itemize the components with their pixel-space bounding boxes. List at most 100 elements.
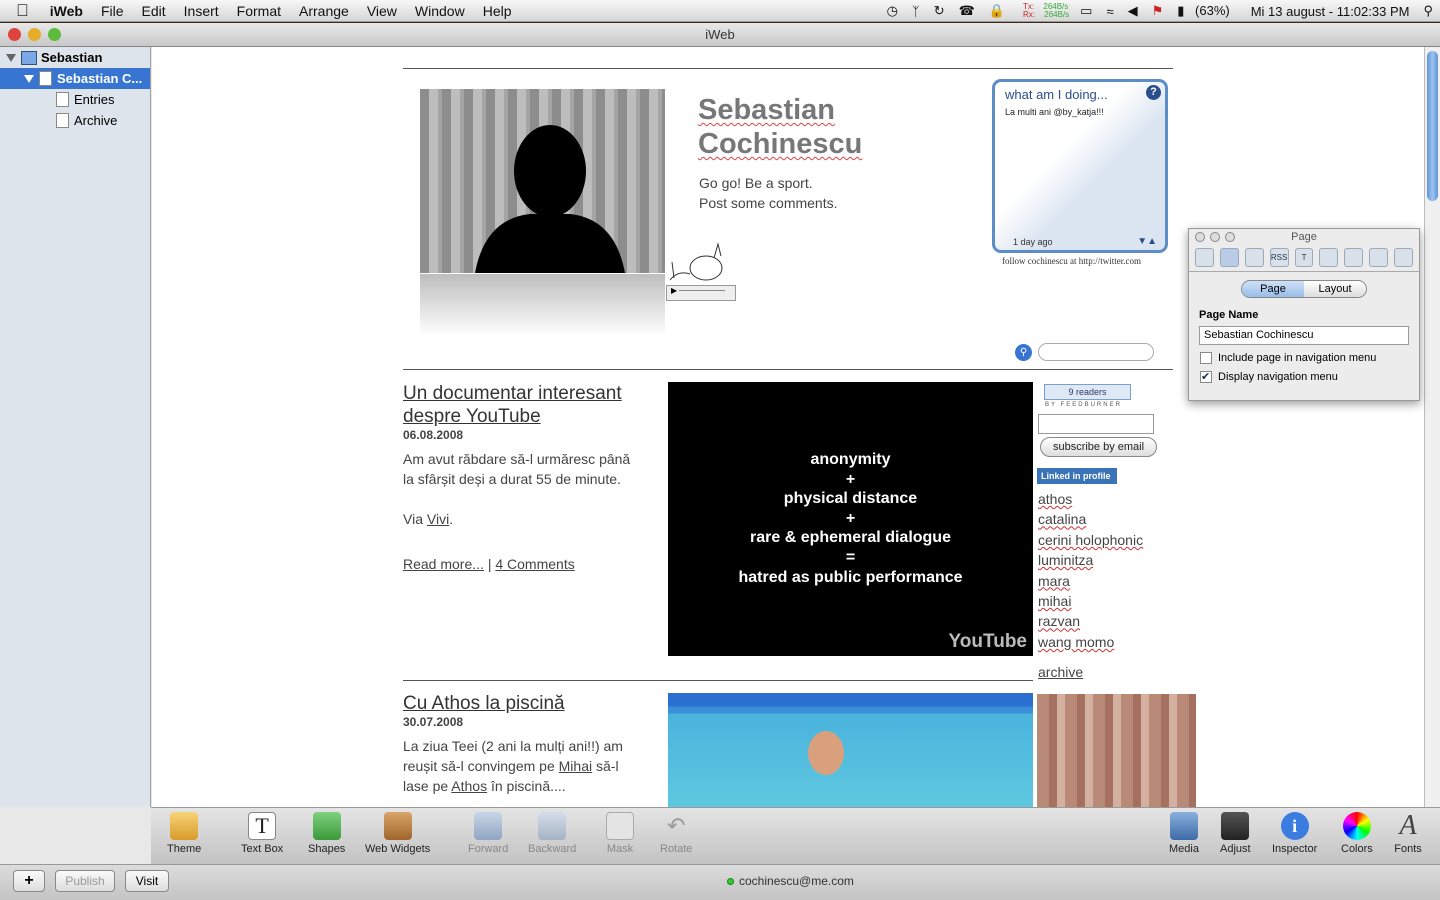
site-title[interactable]: Sebastian Cochinescu [698, 93, 862, 161]
profile-photo[interactable] [420, 89, 665, 273]
twitter-widget[interactable]: what am I doing... La multi ani @by_katj… [992, 79, 1168, 253]
mask-button[interactable]: Mask [606, 812, 634, 855]
menu-insert[interactable]: Insert [175, 0, 228, 22]
spotlight-icon[interactable]: ⚲ [1416, 3, 1440, 19]
checkbox-box[interactable]: ✔ [1200, 371, 1212, 383]
read-more-link[interactable]: Read more... [403, 556, 484, 572]
inspector-minimize-button[interactable] [1210, 232, 1220, 242]
volume-icon[interactable]: ◀ [1121, 3, 1145, 19]
link-inspector-icon[interactable] [1369, 248, 1389, 267]
time-machine-icon[interactable]: ◷ [880, 3, 905, 19]
blog-search-input[interactable] [1038, 343, 1154, 361]
menu-help[interactable]: Help [474, 0, 521, 22]
rotate-button[interactable]: ↶ Rotate [660, 812, 692, 855]
sync-icon[interactable]: ↻ [927, 3, 952, 19]
menu-format[interactable]: Format [228, 0, 290, 22]
battery-icon[interactable]: ▮ (63%) [1170, 3, 1243, 19]
flag-icon[interactable]: ⚑ [1145, 3, 1171, 19]
post-title-link[interactable]: Cu Athos la piscină [403, 692, 565, 715]
disclosure-icon[interactable] [6, 53, 16, 62]
archive-link[interactable]: archive [1038, 664, 1083, 680]
sidebar-item-archive[interactable]: Archive [0, 110, 150, 131]
theme-button[interactable]: Theme [167, 812, 201, 855]
feedburner-readers-badge[interactable]: 9 readers [1044, 384, 1131, 400]
disclosure-icon[interactable] [24, 74, 34, 83]
blogroll-link[interactable]: mara [1038, 571, 1143, 591]
menu-edit[interactable]: Edit [133, 0, 175, 22]
post-person-link[interactable]: Athos [451, 778, 487, 794]
forward-button[interactable]: Forward [468, 812, 508, 855]
clock[interactable]: Mi 13 august - 11:02:33 PM [1244, 4, 1417, 19]
blogroll-link[interactable]: cerini holophonic [1038, 530, 1143, 550]
twitter-follow-link[interactable]: follow cochinescu at http://twitter.com [1002, 256, 1141, 266]
media-button[interactable]: Media [1169, 812, 1199, 855]
comments-link[interactable]: 4 Comments [495, 556, 574, 572]
blogroll-link[interactable]: luminitza [1038, 550, 1143, 570]
text-box-button[interactable]: T Text Box [241, 812, 283, 855]
menu-window[interactable]: Window [406, 0, 474, 22]
visit-button[interactable]: Visit [125, 870, 169, 892]
shelf-photo[interactable] [1037, 694, 1196, 807]
sidebar-item-entries[interactable]: Entries [0, 89, 150, 110]
qt-inspector-icon[interactable] [1394, 248, 1414, 267]
bluetooth-icon[interactable]: ᛉ [905, 4, 927, 19]
post-person-link[interactable]: Mihai [559, 758, 592, 774]
publish-button[interactable]: Publish [55, 870, 115, 892]
wifi-icon[interactable]: ≈ [1099, 4, 1120, 19]
menu-file[interactable]: File [92, 0, 133, 22]
pool-photo[interactable] [668, 693, 1033, 807]
inspector-zoom-button[interactable] [1225, 232, 1235, 242]
fonts-button[interactable]: A Fonts [1394, 812, 1422, 856]
inspector-titlebar[interactable]: Page [1189, 229, 1419, 245]
include-in-nav-checkbox[interactable]: Include page in navigation menu [1200, 352, 1419, 364]
inspector-button[interactable]: i Inspector [1272, 812, 1317, 855]
page-canvas[interactable]: Sebastian Cochinescu Go go! Be a sport. Po… [152, 47, 1424, 807]
subscribe-button[interactable]: subscribe by email [1040, 437, 1157, 457]
page-name-field[interactable]: Sebastian Cochinescu [1199, 326, 1409, 345]
vertical-scrollbar[interactable] [1424, 47, 1440, 807]
via-link[interactable]: Vivi [427, 511, 449, 527]
site-tagline[interactable]: Go go! Be a sport. Post some comments. [699, 173, 838, 213]
lock-icon[interactable]: 🔒 [982, 3, 1012, 19]
search-icon[interactable]: ⚲ [1015, 344, 1032, 361]
close-button[interactable] [8, 28, 21, 41]
apple-menu-icon[interactable]:  [0, 0, 41, 22]
segment-page[interactable]: Page [1242, 281, 1304, 297]
text-inspector-icon[interactable]: T [1294, 248, 1314, 267]
subscribe-email-input[interactable] [1038, 414, 1154, 434]
inspector-close-button[interactable] [1195, 232, 1205, 242]
page-inspector-icon[interactable] [1219, 248, 1239, 267]
app-menu[interactable]: iWeb [41, 0, 92, 22]
zoom-button[interactable] [48, 28, 61, 41]
phone-icon[interactable]: ☎ [952, 3, 982, 19]
blogroll-link[interactable]: razvan [1038, 611, 1143, 631]
blog-inspector-icon[interactable] [1244, 248, 1264, 267]
menu-view[interactable]: View [358, 0, 406, 22]
player-track[interactable] [679, 290, 726, 292]
blogroll-link[interactable]: catalina [1038, 509, 1143, 529]
display-nav-checkbox[interactable]: ✔ Display navigation menu [1200, 371, 1419, 383]
sidebar-item-blog[interactable]: a Sebastian C... [0, 68, 150, 89]
shapes-button[interactable]: Shapes [308, 812, 345, 855]
add-page-button[interactable]: + [13, 870, 45, 892]
checkbox-box[interactable] [1200, 352, 1212, 364]
minimize-button[interactable] [28, 28, 41, 41]
youtube-video[interactable]: anonymity + physical distance + rare & e… [668, 382, 1033, 656]
segment-layout[interactable]: Layout [1304, 281, 1366, 297]
backward-button[interactable]: Backward [528, 812, 576, 855]
help-icon[interactable]: ? [1146, 85, 1161, 100]
blogroll-link[interactable]: athos [1038, 489, 1143, 509]
site-inspector-icon[interactable] [1195, 248, 1214, 267]
blogroll-link[interactable]: wang momo [1038, 632, 1143, 652]
audio-player[interactable]: ▶ [666, 285, 736, 301]
scroll-arrows-icon[interactable]: ▼▲ [1137, 236, 1157, 247]
web-widgets-button[interactable]: Web Widgets [365, 812, 430, 855]
menu-arrange[interactable]: Arrange [290, 0, 358, 22]
colors-button[interactable]: Colors [1341, 812, 1373, 855]
post-title-link[interactable]: Un documentar interesant despre YouTube [403, 382, 622, 428]
rss-inspector-icon[interactable]: RSS [1269, 248, 1289, 267]
display-icon[interactable]: ▭ [1073, 3, 1099, 19]
network-monitor[interactable]: Tx: 264B/s Rx: 264B/s [1012, 3, 1073, 19]
linkedin-profile-badge[interactable]: Linked in profile [1037, 468, 1117, 484]
blogroll-link[interactable]: mihai [1038, 591, 1143, 611]
